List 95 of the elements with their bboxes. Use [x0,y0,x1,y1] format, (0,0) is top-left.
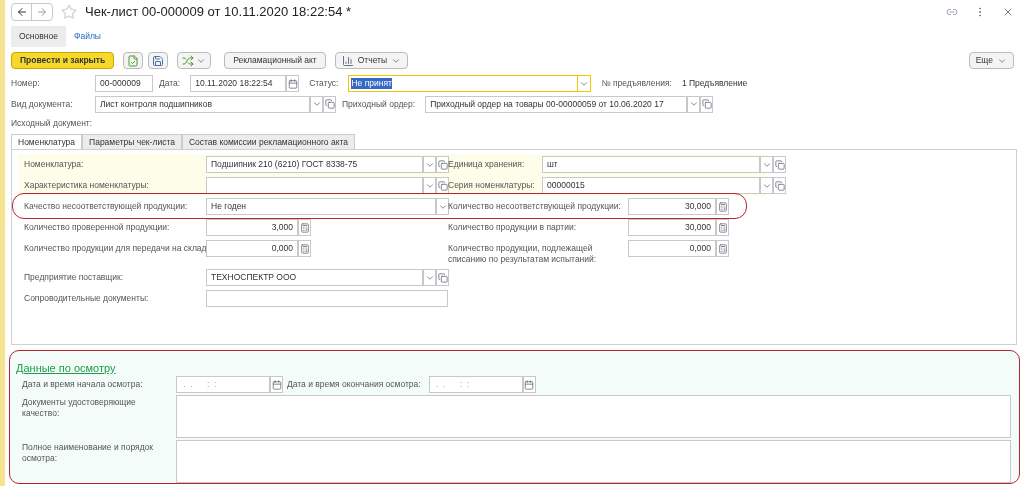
field-label: Приходный ордер: [342,98,417,110]
input-field[interactable]: Не годен [206,198,436,216]
section-tab[interactable]: Файлы [65,25,109,48]
field-label: Единица хранения: [448,159,526,171]
input-field[interactable]: 30,000 [628,198,716,216]
star-icon [61,3,77,20]
field-label: Сопроводительные документы: [24,293,150,305]
field-label: Количество продукции для передачи на склад: [24,243,204,255]
window-title: Чек-лист 00-000009 от 10.11.2020 18:22:54 * [85,3,352,20]
open-button[interactable] [700,95,714,113]
open-icon [437,159,448,170]
input-field[interactable]: 3,000 [206,219,298,237]
document-check-icon [127,55,140,67]
field-label: Количество проверенной продукции: [24,222,171,234]
field-label: Дата: [159,78,182,90]
field-label: Номенклатура: [24,159,85,171]
field-label: Количество продукции в партии: [448,222,578,234]
field-label: Номер: [11,78,41,90]
calendar-button[interactable] [286,75,300,93]
caret-icon [391,56,402,66]
field-label: Количество несоответствующей продукции: [448,201,622,213]
calculator-button[interactable] [298,240,311,258]
more-actions-button[interactable]: Еще [968,52,1014,70]
input-field[interactable]: Подшипник 210 (6210) ГОСТ 8338-75 [206,156,423,174]
input-field[interactable] [206,290,448,308]
open-button[interactable] [773,177,786,195]
caret-icon [997,56,1007,66]
open-button[interactable] [773,156,786,174]
open-icon [437,272,448,283]
field-label: Исходный документ: [11,118,94,130]
calculator-button[interactable] [716,240,729,258]
status-field[interactable]: Не принят [348,75,579,93]
input-field[interactable]: 00-000009 [95,75,153,93]
calculator-icon [299,222,310,233]
open-button[interactable] [323,95,336,113]
post-and-close-button[interactable]: Провести и закрыть [11,52,115,70]
open-icon [437,180,448,191]
calendar-icon [287,78,298,89]
field-label: Предприятие поставщик: [24,272,125,284]
create-based-on-button[interactable] [177,52,212,70]
open-icon [701,99,712,110]
favorite-button[interactable] [61,3,77,20]
text-area[interactable] [176,395,1011,438]
input-field[interactable]: 0,000 [628,240,716,258]
calendar-icon [524,379,535,390]
report-icon [341,55,354,67]
reports-button[interactable]: Отчеты [334,52,409,70]
open-icon [774,159,785,170]
input-field[interactable]: 00000015 [542,177,760,195]
field-label: Количество продукции, подлежащей списанию по результатам испытаний: [448,243,598,266]
field-value: 1 Предъявление [681,78,748,90]
open-button[interactable] [436,156,449,174]
tab[interactable]: Номенклатура [11,133,83,150]
calculator-icon [299,243,310,254]
claim-act-button[interactable]: Рекламационный акт [224,52,326,70]
input-field[interactable]: шт [542,156,760,174]
post-button[interactable] [123,52,144,70]
field-label: Серия номенклатуры: [448,180,536,192]
calculator-button[interactable] [716,198,729,216]
save-icon [152,55,165,67]
tab[interactable]: Состав комиссии рекламационного акта [181,133,355,150]
field-label: № предъявления: [601,78,673,90]
calculator-button[interactable] [716,219,729,237]
input-field[interactable]: Приходный ордер на товары 00-00000059 от 10.06.2020 17 [425,95,688,113]
input-field[interactable]: Лист контроля подшипников [95,95,310,113]
input-field[interactable]: 10.11.2020 18:22:54 [190,75,287,93]
forward-icon [36,5,48,18]
field-label: Характеристика номенклатуры: [24,180,150,192]
open-icon [324,99,335,110]
field-label: Вид документа: [11,98,74,110]
open-icon [774,180,785,191]
section-title[interactable]: Данные по осмотру [16,363,116,374]
field-label: Дата и время начала осмотра: [22,379,144,390]
field-label: Документы удостоверяющие качество: [22,397,137,419]
section-tab[interactable]: Основное [11,25,66,48]
calculator-icon [717,201,728,212]
field-label: Полное наименование и порядок осмотра: [22,442,155,464]
calculator-icon [717,243,728,254]
calendar-button[interactable] [270,376,283,393]
input-field[interactable]: 0,000 [206,240,298,258]
input-field[interactable]: 30,000 [628,219,716,237]
caret-icon [196,56,207,66]
open-button[interactable] [436,269,449,287]
tab[interactable]: Параметры чек-листа [82,133,182,150]
arrows-icon [182,55,195,67]
field-label: Дата и время окончания осмотра: [287,379,422,390]
input-field[interactable]: ТЕХНОСПЕКТР ООО [206,269,423,287]
field-label: Качество несоответствующей продукции: [24,201,189,213]
save-button[interactable] [148,52,169,70]
calculator-icon [717,222,728,233]
back-icon [15,5,28,18]
text-area[interactable] [176,440,1011,483]
calendar-icon [271,379,282,390]
calculator-button[interactable] [298,219,311,237]
field-label: Статус: [309,78,340,90]
